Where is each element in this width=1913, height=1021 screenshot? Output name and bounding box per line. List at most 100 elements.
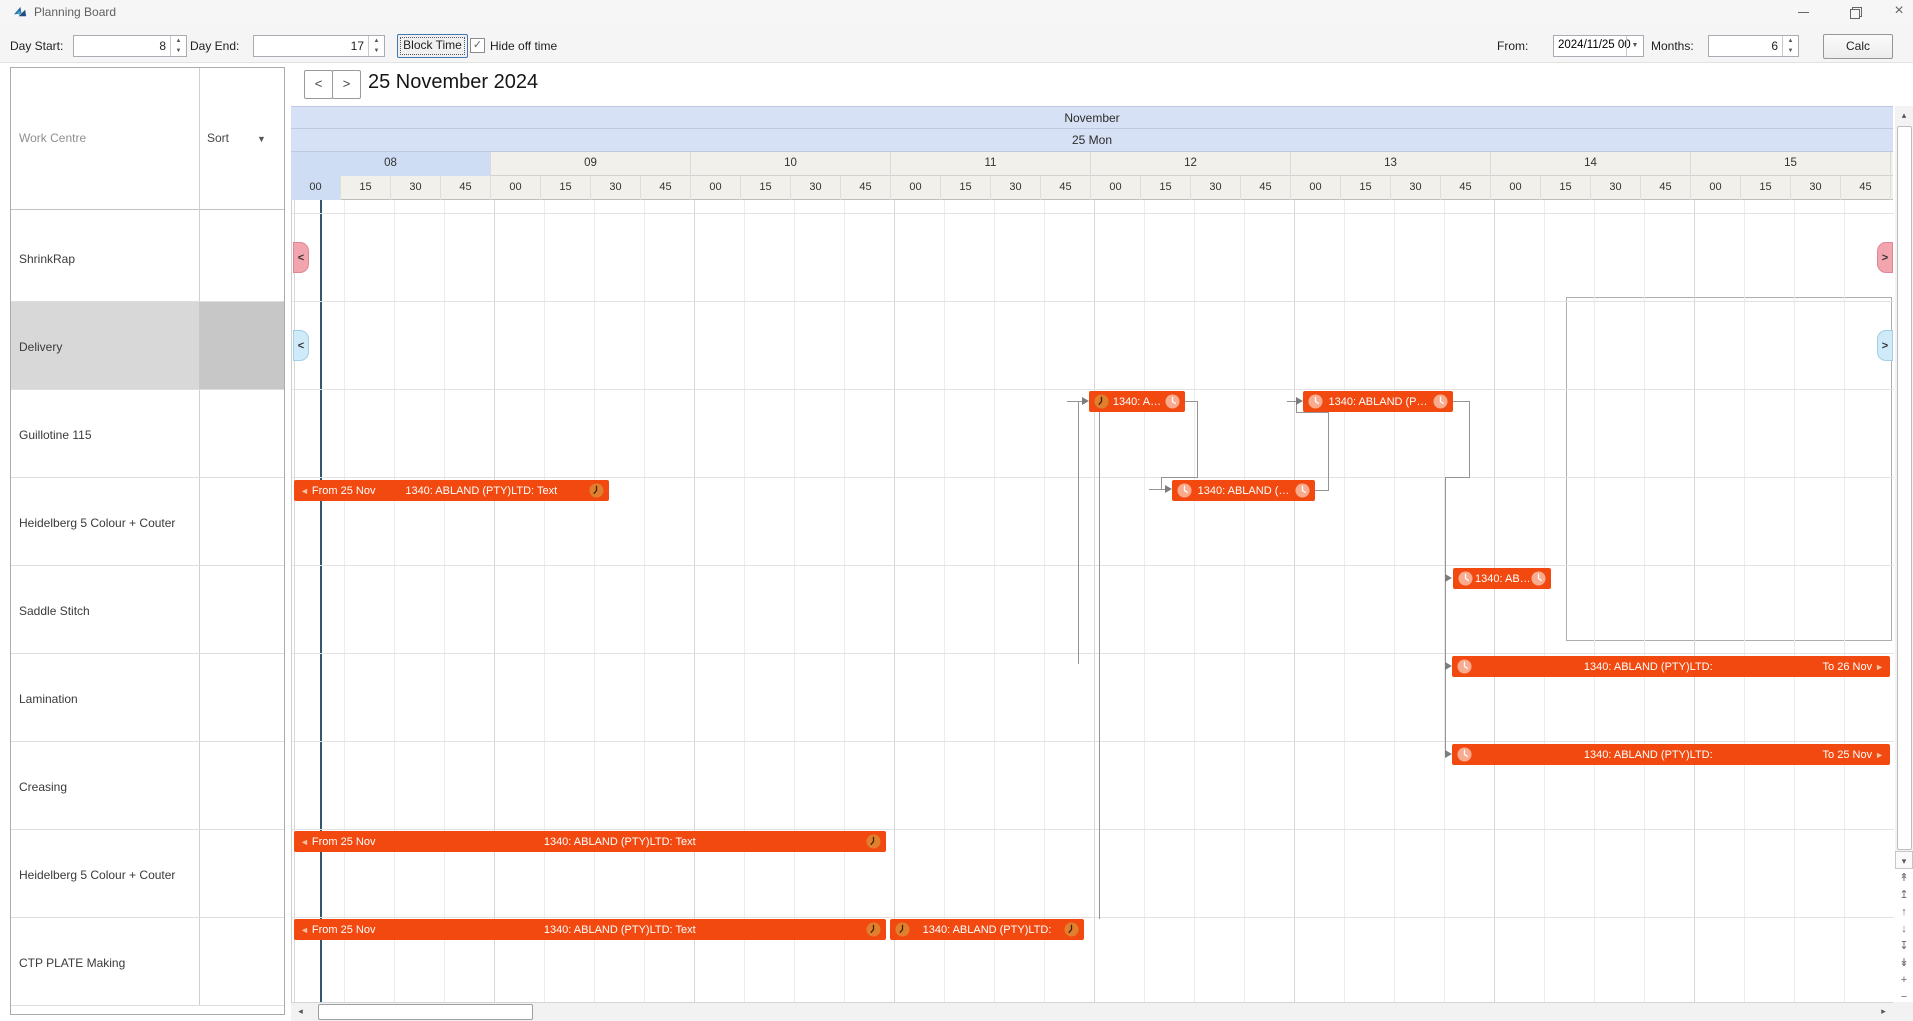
hour-header-12: 12 xyxy=(1091,152,1291,176)
dependency-connector-line xyxy=(1184,401,1198,402)
chevron-down-icon[interactable]: ▼ xyxy=(1626,36,1643,56)
task-1340-d[interactable]: 1340: ABLAND (… xyxy=(1172,480,1315,501)
hide-off-time-checkbox[interactable]: ✓ xyxy=(470,38,485,53)
scroll-left-tab-shrinkrap[interactable]: < xyxy=(293,242,309,273)
dependency-connector-line xyxy=(1296,412,1329,413)
work-centre-row-label: Guillotine 115 xyxy=(19,428,92,442)
minute-header-cell: 30 xyxy=(591,176,641,200)
grid-vline xyxy=(294,200,295,1002)
minute-header-cell: 00 xyxy=(491,176,541,200)
work-centre-row-8[interactable]: CTP PLATE Making xyxy=(11,918,284,1006)
work-centre-rows: ShrinkRap Delivery Guillotine 115 Heidelber… xyxy=(11,214,284,1006)
expand-up-button[interactable]: ↥ xyxy=(1895,888,1913,904)
grid-vline xyxy=(544,200,545,1002)
close-button[interactable]: × xyxy=(1882,0,1913,24)
restore-button[interactable] xyxy=(1838,0,1872,24)
grid-vline xyxy=(1244,200,1245,1002)
day-end-input[interactable]: 17 ▲▼ xyxy=(253,35,385,57)
hour-header-row: 0809101112131415 xyxy=(291,152,1893,176)
block-time-button[interactable]: Block Time xyxy=(397,34,468,58)
expand-all-up-button[interactable]: ↟ xyxy=(1895,871,1913,887)
task-to-date: To 26 Nov xyxy=(1823,661,1873,673)
sort-dropdown-icon[interactable]: ▼ xyxy=(257,134,266,144)
clock-dark-icon xyxy=(589,483,604,498)
work-centre-row-0[interactable]: ShrinkRap xyxy=(11,214,284,302)
minute-header-cell: 15 xyxy=(541,176,591,200)
expand-down-button[interactable]: ↧ xyxy=(1895,939,1913,955)
minute-header-cell: 45 xyxy=(1841,176,1891,200)
title-bar: Planning Board × xyxy=(0,0,1913,24)
dependency-arrow-icon xyxy=(1082,397,1089,405)
scroll-right-tab-delivery[interactable]: > xyxy=(1877,330,1893,361)
task-1340-h[interactable]: ◄From 25 Nov1340: ABLAND (PTY)LTD: Text xyxy=(294,831,886,852)
task-1340-i[interactable]: ◄From 25 Nov1340: ABLAND (PTY)LTD: Text xyxy=(294,919,886,940)
minute-header-cell: 45 xyxy=(841,176,891,200)
minimize-button[interactable] xyxy=(1786,0,1820,24)
scroll-right-button[interactable]: ▸ xyxy=(1876,1005,1891,1019)
clock-dark-icon xyxy=(1064,922,1079,937)
dependency-connector-line xyxy=(1445,477,1470,478)
day-start-value: 8 xyxy=(159,39,166,53)
task-1340-a[interactable]: 1340: A… xyxy=(1089,391,1185,412)
sort-column-header[interactable]: Sort xyxy=(207,131,229,145)
task-1340-f[interactable]: 1340: ABLAND (PTY)LTD:To 26 Nov► xyxy=(1452,656,1890,677)
scroll-up-button[interactable]: ▴ xyxy=(1895,106,1913,124)
work-centre-row-3[interactable]: Heidelberg 5 Colour + Couter xyxy=(11,478,284,566)
months-value: 6 xyxy=(1771,39,1778,53)
vertical-scrollbar-thumb[interactable] xyxy=(1897,126,1912,850)
work-centre-row-2[interactable]: Guillotine 115 xyxy=(11,390,284,478)
hour-header-14: 14 xyxy=(1491,152,1691,176)
minute-header-cell: 45 xyxy=(1041,176,1091,200)
grid-vline xyxy=(344,200,345,1002)
day-start-input[interactable]: 8 ▲▼ xyxy=(73,35,187,57)
hour-header-11: 11 xyxy=(891,152,1091,176)
task-from-date: From 25 Nov xyxy=(312,485,376,497)
day-end-spinner[interactable]: ▲▼ xyxy=(368,36,384,56)
work-centre-row-1[interactable]: Delivery xyxy=(11,302,284,390)
months-input[interactable]: 6 ▲▼ xyxy=(1708,35,1799,57)
work-centre-row-5[interactable]: Lamination xyxy=(11,654,284,742)
task-1340-b[interactable]: 1340: ABLAND (P… xyxy=(1303,391,1453,412)
scroll-down-button[interactable]: ▾ xyxy=(1895,851,1913,869)
minute-header-cell: 15 xyxy=(1341,176,1391,200)
work-centre-row-4[interactable]: Saddle Stitch xyxy=(11,566,284,654)
date-title: 25 November 2024 xyxy=(368,71,538,94)
from-date-combobox[interactable]: 2024/11/25 00 ▼ xyxy=(1553,35,1644,57)
calc-button[interactable]: Calc xyxy=(1823,34,1893,59)
next-day-button[interactable]: > xyxy=(332,70,361,99)
minute-header-cell: 30 xyxy=(1791,176,1841,200)
grid-hline xyxy=(292,565,1894,566)
grid-vline xyxy=(1844,200,1845,1002)
work-centre-row-7[interactable]: Heidelberg 5 Colour + Couter xyxy=(11,830,284,918)
zoom-out-button[interactable]: − xyxy=(1895,990,1913,1006)
clock-light-icon xyxy=(1457,659,1472,674)
minute-header-cell: 15 xyxy=(941,176,991,200)
zoom-in-button[interactable]: + xyxy=(1895,973,1913,989)
minute-header-cell: 00 xyxy=(1091,176,1141,200)
scroll-right-tab-shrinkrap[interactable]: > xyxy=(1877,242,1893,273)
prev-day-button[interactable]: < xyxy=(304,70,333,99)
months-spinner[interactable]: ▲▼ xyxy=(1782,36,1798,56)
horizontal-scrollbar-thumb[interactable] xyxy=(318,1004,533,1020)
minute-header-cell: 30 xyxy=(1191,176,1241,200)
expand-all-down-button[interactable]: ↡ xyxy=(1895,956,1913,972)
current-time-marker xyxy=(320,200,322,1002)
scroll-left-button[interactable]: ◂ xyxy=(293,1005,308,1019)
task-1340-e[interactable]: 1340: AB… xyxy=(1453,568,1551,589)
row-up-button[interactable]: ↑ xyxy=(1895,905,1913,921)
task-label: 1340: ABLAND (PTY)LTD: xyxy=(1474,749,1823,761)
dependency-connector-line xyxy=(1197,401,1198,478)
row-down-button[interactable]: ↓ xyxy=(1895,922,1913,938)
task-1340-c[interactable]: ◄From 25 Nov1340: ABLAND (PTY)LTD: Text xyxy=(294,480,609,501)
scroll-left-tab-delivery[interactable]: < xyxy=(293,330,309,361)
minute-header-cell: 30 xyxy=(1591,176,1641,200)
work-centre-row-6[interactable]: Creasing xyxy=(11,742,284,830)
selected-row-sort-highlight xyxy=(199,302,284,389)
task-1340-g[interactable]: 1340: ABLAND (PTY)LTD:To 25 Nov► xyxy=(1452,744,1890,765)
minute-header-cell: 30 xyxy=(991,176,1041,200)
work-centre-row-label: ShrinkRap xyxy=(19,252,75,266)
task-1340-j[interactable]: 1340: ABLAND (PTY)LTD: xyxy=(890,919,1084,940)
work-centre-row-label: Creasing xyxy=(19,780,67,794)
grid-hline xyxy=(292,213,1894,214)
day-start-spinner[interactable]: ▲▼ xyxy=(170,36,186,56)
